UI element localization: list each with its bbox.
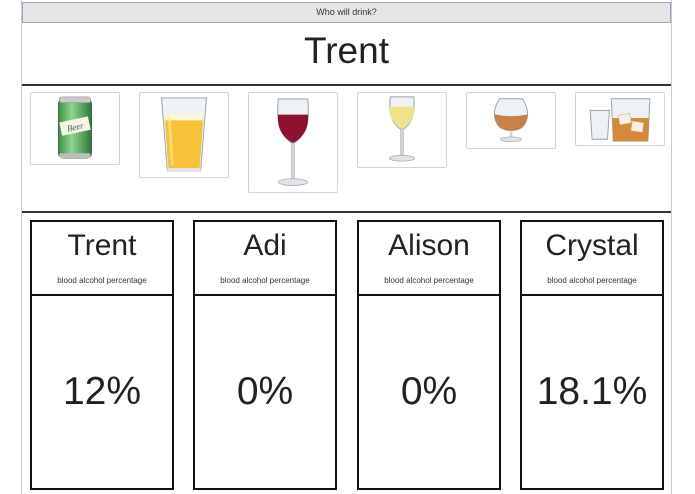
drink-brandy[interactable] — [466, 92, 556, 149]
bac-value: 12% — [62, 370, 142, 413]
bac-label: blood alcohol percentage — [220, 276, 310, 285]
drink-white-wine[interactable] — [357, 92, 447, 168]
card-header: Alison blood alcohol percentage — [359, 222, 499, 296]
bac-value: 0% — [400, 370, 458, 413]
current-drinker-name: Trent — [304, 30, 389, 71]
drink-whiskey[interactable] — [575, 92, 665, 146]
person-name: Trent — [67, 229, 137, 262]
person-name: Adi — [243, 229, 287, 262]
person-name: Crystal — [545, 229, 639, 262]
card-header: Crystal blood alcohol percentage — [522, 222, 662, 296]
white-wine-glass-icon — [389, 96, 415, 162]
person-card-trent: Trent blood alcohol percentage 12% — [30, 220, 174, 490]
bac-value: 0% — [236, 370, 294, 413]
person-card-alison: Alison blood alcohol percentage 0% — [357, 220, 501, 490]
bac-value: 18.1% — [536, 370, 648, 413]
card-header: Trent blood alcohol percentage — [32, 222, 172, 296]
card-header: Adi blood alcohol percentage — [195, 222, 335, 296]
drink-beer-can[interactable]: Beer — [30, 92, 120, 165]
who-will-drink-button[interactable]: Who will drink? — [22, 2, 671, 23]
drink-red-wine[interactable] — [248, 92, 338, 193]
divider-top — [22, 84, 671, 86]
drink-beer-glass[interactable] — [139, 92, 229, 178]
whiskey-glasses-icon — [589, 98, 651, 142]
person-card-crystal: Crystal blood alcohol percentage 18.1% — [520, 220, 664, 490]
bac-label: blood alcohol percentage — [57, 276, 147, 285]
red-wine-glass-icon — [277, 98, 309, 186]
beer-glass-icon — [161, 97, 207, 173]
beer-can-icon: Beer — [58, 96, 92, 159]
bac-label: blood alcohol percentage — [547, 276, 637, 285]
brandy-snifter-icon — [493, 98, 529, 143]
person-name: Alison — [388, 229, 470, 262]
bac-label: blood alcohol percentage — [384, 276, 474, 285]
divider-bottom — [22, 211, 671, 213]
person-card-adi: Adi blood alcohol percentage 0% — [193, 220, 337, 490]
